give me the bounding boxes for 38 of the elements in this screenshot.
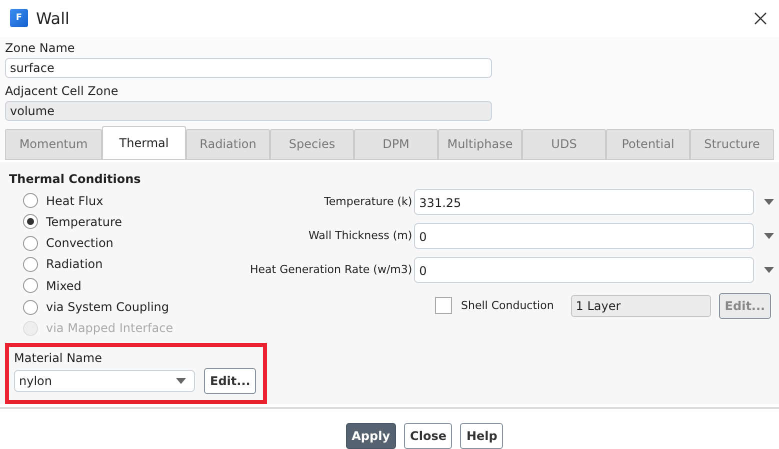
caret-icon	[176, 378, 186, 384]
radio-label: Mixed	[46, 278, 82, 293]
radio-button[interactable]	[23, 278, 38, 294]
value-field[interactable]: 0	[414, 256, 754, 283]
caret-icon	[764, 232, 774, 239]
radio-label: Radiation	[46, 257, 103, 272]
section-title: Thermal Conditions	[8, 172, 142, 186]
help-button[interactable]: Help	[460, 423, 504, 449]
zone-name-field[interactable]: surface	[5, 58, 492, 78]
window-title: Wall	[36, 8, 70, 28]
close-button[interactable]: Close	[404, 423, 452, 449]
radio-label: via System Coupling	[46, 300, 169, 314]
radio-label: via Mapped Interface	[46, 321, 174, 336]
apply-button[interactable]: Apply	[346, 423, 396, 449]
field-label: Wall Thickness (m)	[308, 229, 412, 242]
material-dropdown[interactable]: nylon	[14, 370, 195, 392]
field-label: Adjacent Cell Zone	[5, 82, 120, 100]
field-label: Zone Name	[5, 40, 76, 57]
field-label: Material Name	[14, 350, 103, 367]
radio-label: Temperature	[46, 214, 122, 229]
value-field[interactable]: 331.25	[414, 188, 754, 215]
radio-button[interactable]	[23, 236, 38, 251]
close-icon[interactable]	[754, 12, 767, 25]
radio-button[interactable]	[23, 300, 38, 315]
radio-button[interactable]	[23, 193, 38, 208]
edit-button[interactable]: Edit...	[204, 368, 256, 394]
radio-label: Heat Flux	[46, 194, 104, 208]
field-label: Temperature (k)	[324, 195, 412, 208]
radio-label: Convection	[46, 236, 114, 250]
radio-button[interactable]	[23, 214, 38, 230]
tab[interactable]: Thermal	[102, 126, 186, 159]
radio-button[interactable]	[23, 256, 38, 272]
checkbox-label: Shell Conduction	[461, 299, 554, 312]
field-label: Heat Generation Rate (w/m3)	[250, 263, 412, 276]
value-field[interactable]: 0	[414, 222, 754, 249]
caret-icon	[764, 266, 774, 273]
app-icon: F	[10, 9, 28, 28]
caret-icon	[764, 198, 774, 205]
